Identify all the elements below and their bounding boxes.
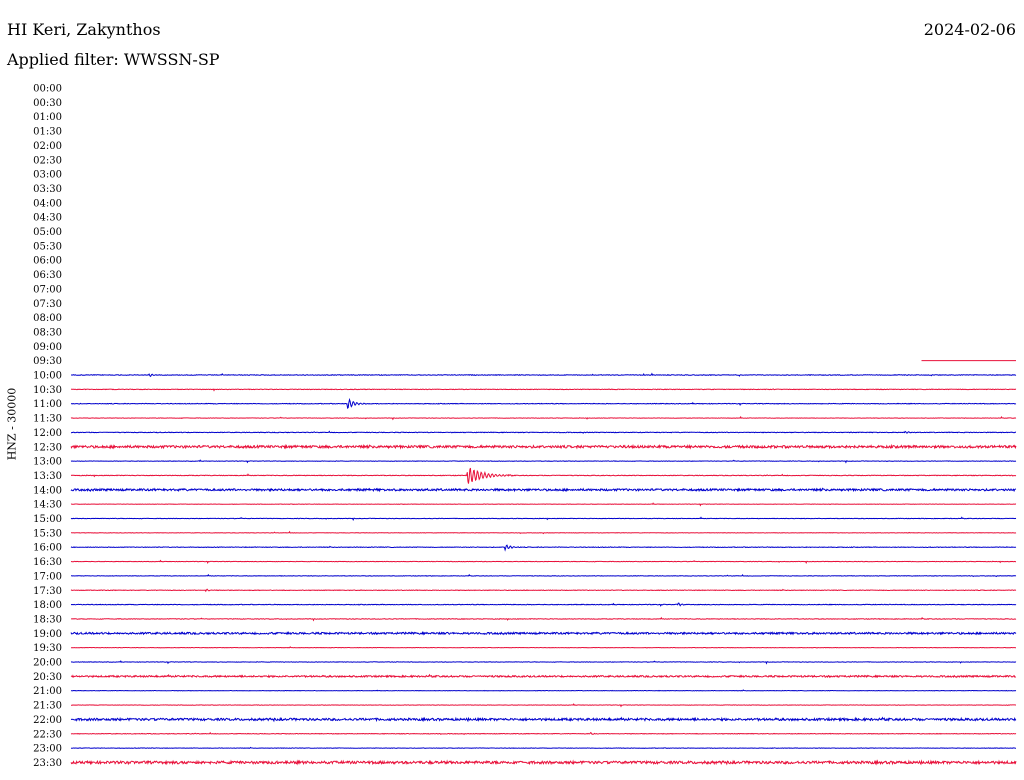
time-tick-label: 23:00 <box>33 744 62 755</box>
seismic-trace <box>70 487 1017 493</box>
time-tick-label: 05:00 <box>33 227 62 238</box>
seismic-trace <box>70 759 1017 766</box>
seismic-trace <box>70 689 1017 692</box>
time-tick-label: 15:30 <box>33 528 62 539</box>
time-tick-label: 16:30 <box>33 557 62 568</box>
seismic-trace <box>70 602 1017 607</box>
time-tick-label: 11:00 <box>33 399 62 410</box>
time-tick-label: 14:00 <box>33 485 62 496</box>
seismic-trace <box>70 631 1017 636</box>
time-tick-label: 03:00 <box>33 170 62 181</box>
time-tick-label: 03:30 <box>33 184 62 195</box>
time-tick-label: 09:30 <box>33 356 62 367</box>
time-tick-label: 16:00 <box>33 543 62 554</box>
seismic-trace <box>70 415 1017 421</box>
time-tick-label: 02:30 <box>33 155 62 166</box>
time-tick-label: 18:30 <box>33 614 62 625</box>
time-tick-label: 20:00 <box>33 658 62 669</box>
seismic-trace <box>70 588 1017 593</box>
seismic-trace <box>70 459 1017 464</box>
time-tick-label: 01:00 <box>33 112 62 123</box>
seismic-trace <box>71 703 1016 708</box>
time-tick-label: 13:00 <box>33 457 62 468</box>
time-tick-label: 07:00 <box>33 284 62 295</box>
time-tick-label: 15:00 <box>33 514 62 525</box>
time-tick-label: 04:00 <box>33 198 62 209</box>
time-tick-label: 06:30 <box>33 270 62 281</box>
time-tick-label: 12:00 <box>33 428 62 439</box>
seismic-trace <box>70 573 1017 578</box>
time-tick-label: 19:30 <box>33 643 62 654</box>
time-tick-label: 07:30 <box>33 299 62 310</box>
seismic-trace <box>70 430 1017 434</box>
seismic-trace <box>70 646 1016 649</box>
time-tick-label: 11:30 <box>33 414 62 425</box>
seismic-trace <box>70 516 1017 521</box>
time-tick-label: 10:00 <box>33 371 62 382</box>
seismic-trace <box>70 731 1017 736</box>
time-tick-label: 23:30 <box>33 758 62 769</box>
time-tick-label: 12:30 <box>33 442 62 453</box>
time-tick-label: 04:30 <box>33 213 62 224</box>
time-tick-label: 22:30 <box>33 729 62 740</box>
time-tick-label: 00:30 <box>33 98 62 109</box>
seismic-trace <box>70 559 1017 564</box>
time-tick-label: 08:00 <box>33 313 62 324</box>
time-tick-label: 18:00 <box>33 600 62 611</box>
time-tick-label: 21:30 <box>33 701 62 712</box>
time-tick-label: 20:30 <box>33 672 62 683</box>
seismic-trace <box>70 746 1016 749</box>
time-tick-label: 22:00 <box>33 715 62 726</box>
seismic-trace <box>70 616 1017 622</box>
time-tick-label: 19:00 <box>33 629 62 640</box>
time-tick-label: 17:30 <box>33 586 62 597</box>
time-tick-label: 10:30 <box>33 385 62 396</box>
seismic-trace <box>71 530 1017 535</box>
time-tick-label: 09:00 <box>33 342 62 353</box>
seismic-trace <box>70 660 1017 665</box>
time-tick-label: 14:30 <box>33 500 62 511</box>
seismic-trace <box>70 388 1017 392</box>
time-tick-label: 21:00 <box>33 686 62 697</box>
seismic-trace <box>70 544 1017 552</box>
time-tick-label: 00:00 <box>33 84 62 95</box>
time-tick-label: 05:30 <box>33 241 62 252</box>
seismic-trace <box>70 443 1017 450</box>
time-tick-label: 13:30 <box>33 471 62 482</box>
seismic-trace <box>70 467 1017 484</box>
time-tick-label: 08:30 <box>33 327 62 338</box>
time-tick-label: 01:30 <box>33 127 62 138</box>
seismic-trace <box>70 397 1017 410</box>
seismic-trace <box>70 673 1017 679</box>
time-tick-label: 06:00 <box>33 256 62 267</box>
seismic-trace <box>71 372 1017 378</box>
seismic-trace <box>70 716 1017 723</box>
seismogram-plot: 00:00 00:30 01:00 01:30 02:00 02:30 03:00 03:30… <box>33 84 1017 769</box>
time-tick-label: 17:00 <box>33 571 62 582</box>
seismic-trace <box>70 502 1017 507</box>
time-tick-label: 02:00 <box>33 141 62 152</box>
